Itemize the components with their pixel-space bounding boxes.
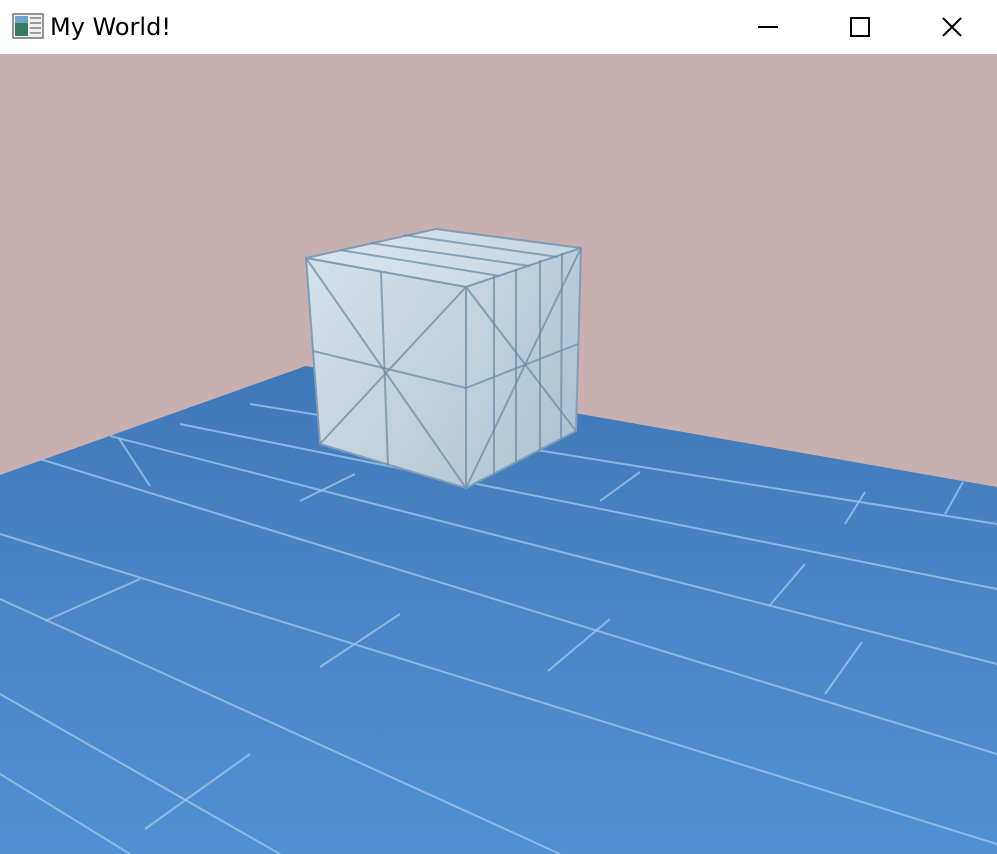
title-bar[interactable]: My World! bbox=[0, 0, 997, 54]
crate-brace-line bbox=[560, 252, 563, 440]
app-icon bbox=[12, 13, 44, 39]
maximize-button[interactable] bbox=[814, 0, 906, 54]
app-window: My World! bbox=[0, 0, 997, 854]
minimize-icon bbox=[758, 26, 778, 28]
crate-cube bbox=[304, 227, 583, 490]
3d-viewport[interactable] bbox=[0, 54, 997, 854]
close-button[interactable] bbox=[906, 0, 997, 54]
close-icon bbox=[942, 17, 962, 37]
window-title: My World! bbox=[50, 13, 171, 41]
minimize-button[interactable] bbox=[722, 0, 814, 54]
scene-canvas[interactable] bbox=[0, 54, 997, 854]
maximize-icon bbox=[850, 17, 870, 37]
